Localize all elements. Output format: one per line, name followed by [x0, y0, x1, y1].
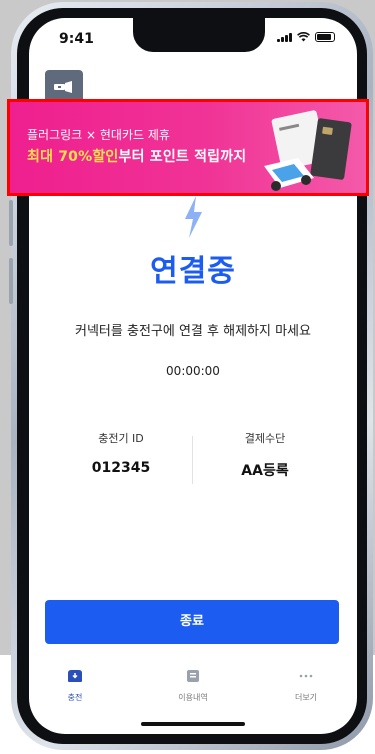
charging-timer: 00:00:00	[166, 364, 220, 378]
charger-id-info: 충전기 ID 012345	[51, 430, 191, 476]
status-time: 9:41	[59, 31, 94, 47]
tab-more-label: 더보기	[294, 693, 318, 702]
banner-headline: 최대 70%할인부터 포인트 적립까지	[27, 146, 246, 166]
payment-method-info: 결제수단 AA등록	[195, 430, 335, 480]
payment-method-value: AA등록	[241, 463, 289, 479]
volume-down-button	[9, 258, 13, 304]
charging-info: 충전기 ID 012345 결제수단 AA등록	[29, 430, 357, 486]
tab-history-label: 이용내역	[178, 693, 208, 702]
wifi-icon	[297, 32, 310, 42]
more-icon	[299, 674, 313, 678]
charge-icon	[68, 670, 82, 682]
status-icons	[277, 32, 335, 42]
notch	[133, 18, 265, 52]
history-icon	[187, 670, 199, 682]
tab-more[interactable]: 더보기	[256, 668, 356, 703]
tab-charge-label: 충전	[67, 693, 83, 702]
bottom-tab-bar: 충전 이용내역 더보기	[29, 660, 357, 720]
banner-discount-highlight: 최대 70%할인	[27, 149, 119, 165]
home-indicator	[141, 722, 245, 726]
charger-id-value: 012345	[91, 460, 151, 476]
payment-method-label: 결제수단	[244, 432, 286, 445]
lightning-icon	[185, 196, 202, 238]
banner-partnership-text: 플러그링크 × 현대카드 제휴	[27, 128, 170, 142]
tab-charge[interactable]: 충전	[29, 668, 125, 703]
banner-headline-rest: 부터 포인트 적립까지	[118, 149, 247, 165]
flashlight-icon	[54, 81, 72, 93]
charger-id-label: 충전기 ID	[98, 432, 144, 445]
connection-instruction: 커넥터를 충전구에 연결 후 해제하지 마세요	[75, 324, 311, 339]
end-button[interactable]: 종료	[45, 600, 339, 644]
tab-history[interactable]: 이용내역	[143, 668, 243, 703]
battery-icon	[315, 32, 335, 42]
signal-icon	[277, 32, 292, 42]
info-divider	[192, 436, 193, 484]
volume-up-button	[9, 200, 13, 246]
card-and-car-illustration	[264, 110, 352, 191]
promo-banner[interactable]: 플러그링크 × 현대카드 제휴 최대 70%할인부터 포인트 적립까지	[7, 99, 369, 196]
page-title: 연결중	[150, 254, 236, 289]
